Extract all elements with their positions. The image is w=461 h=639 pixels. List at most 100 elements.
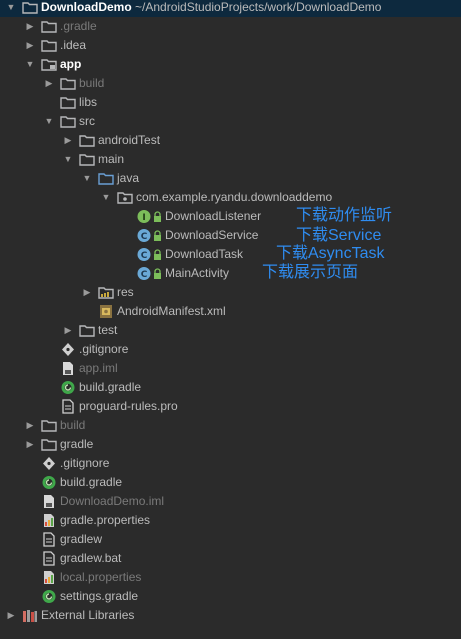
tree-row[interactable]: ▼ main [0,150,461,169]
tree-row-label: app.iml [79,361,118,375]
properties-file-icon [41,570,57,585]
tree-row[interactable]: ▼ java [0,169,461,188]
tree-row-label: gradlew.bat [60,551,122,565]
interface-icon: I [136,209,152,224]
tree-row[interactable]: build.gradle [0,378,461,397]
expand-arrow-right-icon[interactable]: ▶ [24,435,36,454]
tree-row-label: build.gradle [60,475,123,489]
properties-file-icon [41,513,57,528]
folder-icon [41,418,57,433]
svg-text:C: C [141,270,148,280]
folder-icon [41,19,57,34]
project-path: ~/AndroidStudioProjects/work/DownloadDem… [131,0,382,14]
text-file-icon [60,399,76,414]
tree-row[interactable]: libs [0,93,461,112]
tree-row[interactable]: gradle.properties [0,511,461,530]
tree-row[interactable]: DownloadDemo.iml [0,492,461,511]
tree-row[interactable]: ▶ build [0,74,461,93]
tree-row-label: local.properties [60,570,142,584]
tree-row-label: gradle [60,437,94,451]
class-icon: C [136,247,152,262]
folder-icon [60,76,76,91]
folder-icon [79,152,95,167]
tree-row[interactable]: gradlew [0,530,461,549]
gradle-file-icon [41,589,57,604]
folder-icon [79,323,95,338]
expand-arrow-down-icon[interactable]: ▼ [81,169,93,188]
tree-row[interactable]: ▶ .idea [0,36,461,55]
expand-arrow-right-icon[interactable]: ▶ [62,321,74,340]
tree-row-label: DownloadService [165,228,259,242]
tree-row-label: java [117,171,140,185]
tree-row[interactable]: build.gradle [0,473,461,492]
tree-row-label: build [60,418,86,432]
gradle-file-icon [41,475,57,490]
tree-row-label: build.gradle [79,380,142,394]
tree-row[interactable]: C DownloadService [0,226,461,245]
lock-icon [153,210,162,222]
tree-row[interactable]: ▼ DownloadDemo ~/AndroidStudioProjects/w… [0,0,461,17]
expand-arrow-down-icon[interactable]: ▼ [100,188,112,207]
expand-arrow-right-icon[interactable]: ▶ [24,36,36,55]
tree-row-label: build [79,76,105,90]
tree-row[interactable]: ▶ External Libraries [0,606,461,625]
tree-row[interactable]: ▶ build [0,416,461,435]
tree-row[interactable]: ▼ src [0,112,461,131]
gradle-file-icon [60,380,76,395]
tree-row-label: androidTest [98,133,161,147]
iml-file-icon [60,361,76,376]
tree-row[interactable]: gradlew.bat [0,549,461,568]
svg-text:C: C [141,251,148,261]
expand-arrow-right-icon[interactable]: ▶ [24,17,36,36]
tree-row[interactable]: .gitignore [0,340,461,359]
folder-icon [41,38,57,53]
tree-row[interactable]: settings.gradle [0,587,461,606]
tree-row[interactable]: ▶ androidTest [0,131,461,150]
expand-arrow-right-icon[interactable]: ▶ [62,131,74,150]
folder-icon [79,133,95,148]
expand-arrow-right-icon[interactable]: ▶ [5,606,17,625]
tree-row-label: gradle.properties [60,513,151,527]
expand-arrow-right-icon[interactable]: ▶ [24,416,36,435]
lock-icon [153,267,162,279]
tree-row[interactable]: .gitignore [0,454,461,473]
tree-row[interactable]: app.iml [0,359,461,378]
source-folder-icon [98,171,114,186]
tree-row[interactable]: proguard-rules.pro [0,397,461,416]
folder-icon [22,0,38,15]
tree-row-label: proguard-rules.pro [79,399,178,413]
svg-text:I: I [142,213,145,223]
tree-row-label: AndroidManifest.xml [117,304,226,318]
iml-file-icon [41,494,57,509]
tree-row-label: app [60,55,81,74]
expand-arrow-right-icon[interactable]: ▶ [43,74,55,93]
tree-row[interactable]: ▶ res [0,283,461,302]
tree-row[interactable]: local.properties [0,568,461,587]
expand-arrow-down-icon[interactable]: ▼ [5,0,17,17]
expand-arrow-right-icon[interactable]: ▶ [81,283,93,302]
tree-row[interactable]: ▼ app [0,55,461,74]
tree-row[interactable]: C DownloadTask [0,245,461,264]
tree-row-label: src [79,114,95,128]
folder-icon [60,114,76,129]
tree-row-label: DownloadListener [165,209,262,223]
tree-row[interactable]: ▶ test [0,321,461,340]
folder-icon [60,95,76,110]
tree-row[interactable]: ▶ .gradle [0,17,461,36]
class-icon: C [136,228,152,243]
tree-row-label: DownloadDemo ~/AndroidStudioProjects/wor… [41,0,381,17]
module-folder-icon [41,57,57,72]
tree-row[interactable]: AndroidManifest.xml [0,302,461,321]
expand-arrow-down-icon[interactable]: ▼ [43,112,55,131]
tree-row[interactable]: ▼ com.example.ryandu.downloaddemo [0,188,461,207]
tree-row-label: com.example.ryandu.downloaddemo [136,190,333,204]
tree-row-label: .gitignore [79,342,129,356]
tree-row[interactable]: ▶ gradle [0,435,461,454]
expand-arrow-down-icon[interactable]: ▼ [24,55,36,74]
annotation-label: 下载AsyncTask [276,245,385,262]
expand-arrow-down-icon[interactable]: ▼ [62,150,74,169]
tree-row[interactable]: C MainActivity [0,264,461,283]
package-icon [117,190,133,205]
tree-row-label: main [98,152,125,166]
svg-text:C: C [141,232,148,242]
